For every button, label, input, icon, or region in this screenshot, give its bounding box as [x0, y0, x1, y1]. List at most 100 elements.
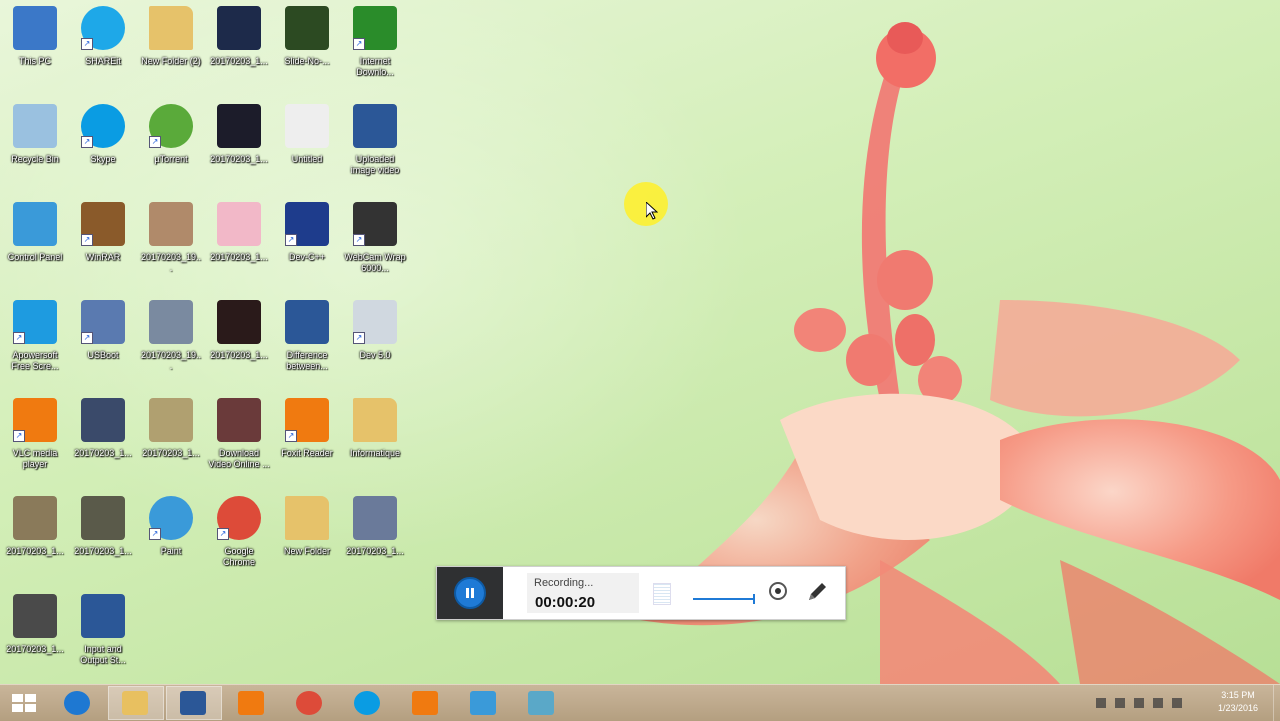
taskbar-button[interactable] [108, 686, 164, 720]
paint-icon: ↗ [149, 496, 193, 540]
image-icon [353, 496, 397, 540]
desktop-icon[interactable]: ↗ µTorrent [138, 100, 204, 192]
desktop-icon-label: 20170203_1... [6, 644, 64, 654]
desktop-icon[interactable]: This PC [2, 2, 68, 94]
desktop-icon-label: WinRAR [85, 252, 121, 262]
shortcut-arrow-icon: ↗ [13, 332, 25, 344]
taskbar-button[interactable] [456, 686, 512, 720]
taskbar-button[interactable] [398, 686, 454, 720]
desktop-icon[interactable]: Recycle Bin [2, 100, 68, 192]
taskbar-button[interactable] [166, 686, 222, 720]
desktop-icon[interactable]: 20170203_1... [206, 2, 272, 94]
desktop-icon[interactable]: 20170203_19... [138, 198, 204, 290]
recycle-bin-icon [13, 104, 57, 148]
desktop-icon-label: Dev 5.0 [359, 350, 391, 360]
shortcut-arrow-icon: ↗ [13, 430, 25, 442]
desktop-icon[interactable]: Control Panel [2, 198, 68, 290]
desktop-icon[interactable]: 20170203_1... [342, 492, 408, 584]
desktop-icon-label: 20170203_1... [6, 546, 64, 556]
shortcut-arrow-icon: ↗ [353, 234, 365, 246]
pause-button[interactable] [454, 577, 486, 609]
desktop-icon-label: Informatique [349, 448, 401, 458]
desktop-icon[interactable]: ↗ SHAREit [70, 2, 136, 94]
desktop-icon[interactable]: ↗ WebCam Wrap 6000... [342, 198, 408, 290]
volume-slider[interactable] [693, 594, 755, 604]
desktop-icon-label: Foxit Reader [281, 448, 333, 458]
shortcut-arrow-icon: ↗ [81, 38, 93, 50]
clock-date: 1/23/2016 [1217, 703, 1258, 713]
desktop-icon[interactable]: 20170203_1... [70, 394, 136, 486]
network-icon[interactable] [1153, 698, 1163, 708]
desktop-icon[interactable]: ↗ WinRAR [70, 198, 136, 290]
desktop-icon[interactable]: ↗ USBoot [70, 296, 136, 388]
desktop-icon[interactable]: ↗ Internet Downlo... [342, 2, 408, 94]
shortcut-arrow-icon: ↗ [285, 234, 297, 246]
image-icon [13, 594, 57, 638]
clock-time: 3:15 PM [1221, 690, 1255, 700]
desktop-icon[interactable]: Uploaded image video [342, 100, 408, 192]
desktop-icon[interactable]: 20170203_1... [2, 590, 68, 682]
speaker-icon[interactable] [1172, 698, 1182, 708]
shortcut-arrow-icon: ↗ [353, 38, 365, 50]
desktop-icon[interactable]: New Folder [274, 492, 340, 584]
desktop-icon[interactable]: 20170203_1... [206, 198, 272, 290]
desktop-icon[interactable]: 20170203_1... [2, 492, 68, 584]
desktop-icon-label: Difference between... [286, 350, 328, 371]
audio-level-meter [653, 583, 671, 605]
desktop-icon[interactable]: Informatique [342, 394, 408, 486]
taskbar-button[interactable] [340, 686, 396, 720]
shortcut-arrow-icon: ↗ [81, 234, 93, 246]
desktop-icon-label: Input and Output St... [80, 644, 126, 665]
desktop-icon[interactable]: ↗ VLC media player [2, 394, 68, 486]
taskbar-clock[interactable]: 3:15 PM 1/23/2016 [1218, 689, 1258, 715]
desktop-icon-label: 20170203_1... [142, 448, 200, 458]
desktop-icon[interactable]: ↗ Apowersoft Free Scre... [2, 296, 68, 388]
desktop-icon-label: Dev-C++ [288, 252, 325, 262]
desktop-icon-label: 20170203_1... [210, 252, 268, 262]
desktop-icon[interactable]: ↗ Dev 5.0 [342, 296, 408, 388]
app-icon: ↗ [353, 300, 397, 344]
recording-time: 00:00:20 [535, 594, 596, 611]
desktop-icon[interactable]: Slide-No-... [274, 2, 340, 94]
desktop-icon[interactable]: ↗ Foxit Reader [274, 394, 340, 486]
taskbar-button[interactable] [282, 686, 338, 720]
desktop-icon[interactable]: 20170203_1... [206, 296, 272, 388]
desktop-icon[interactable]: 20170203_1... [206, 100, 272, 192]
desktop-icon[interactable]: Download Video Online ... [206, 394, 272, 486]
usboot-icon: ↗ [81, 300, 125, 344]
desktop-icon-label: SHAREit [85, 56, 121, 66]
recorder-icon: ↗ [13, 300, 57, 344]
desktop-icon[interactable]: Untitled [274, 100, 340, 192]
pen-annotate-icon[interactable] [805, 580, 829, 604]
taskbar-button[interactable] [50, 686, 106, 720]
desktop-icon-label: 20170203_1... [346, 546, 404, 556]
recording-toolbar: Recording... 00:00:20 [436, 566, 846, 620]
show-desktop-button[interactable] [1273, 685, 1280, 721]
desktop-icon-label: Uploaded image video [350, 154, 400, 175]
windows-logo-icon[interactable] [12, 694, 36, 712]
desktop-icon[interactable]: ↗ Google Chrome [206, 492, 272, 584]
file-explorer-icon [122, 691, 148, 715]
desktop-icon[interactable]: Difference between... [274, 296, 340, 388]
desktop-icon[interactable]: Input and Output St... [70, 590, 136, 682]
webcam-icon[interactable] [769, 582, 787, 600]
desktop-icon-label: Skype [90, 154, 116, 164]
text-file-icon [285, 104, 329, 148]
image-icon [149, 300, 193, 344]
desktop-icon[interactable]: ↗ Dev-C++ [274, 198, 340, 290]
taskbar-button[interactable] [224, 686, 280, 720]
utorrent-icon: ↗ [149, 104, 193, 148]
control-panel-icon [13, 202, 57, 246]
desktop-icon-label: New Folder (2) [141, 56, 201, 66]
desktop-icon[interactable]: ↗ Paint [138, 492, 204, 584]
desktop-icon[interactable]: 20170203_19... [138, 296, 204, 388]
flag-icon[interactable] [1115, 698, 1125, 708]
camera-icon: ↗ [353, 202, 397, 246]
desktop-icon[interactable]: New Folder (2) [138, 2, 204, 94]
tray-arrow-icon[interactable] [1096, 698, 1106, 708]
desktop-icon[interactable]: 20170203_1... [70, 492, 136, 584]
usb-icon[interactable] [1134, 698, 1144, 708]
taskbar-button[interactable] [514, 686, 570, 720]
desktop-icon[interactable]: 20170203_1... [138, 394, 204, 486]
desktop-icon[interactable]: ↗ Skype [70, 100, 136, 192]
